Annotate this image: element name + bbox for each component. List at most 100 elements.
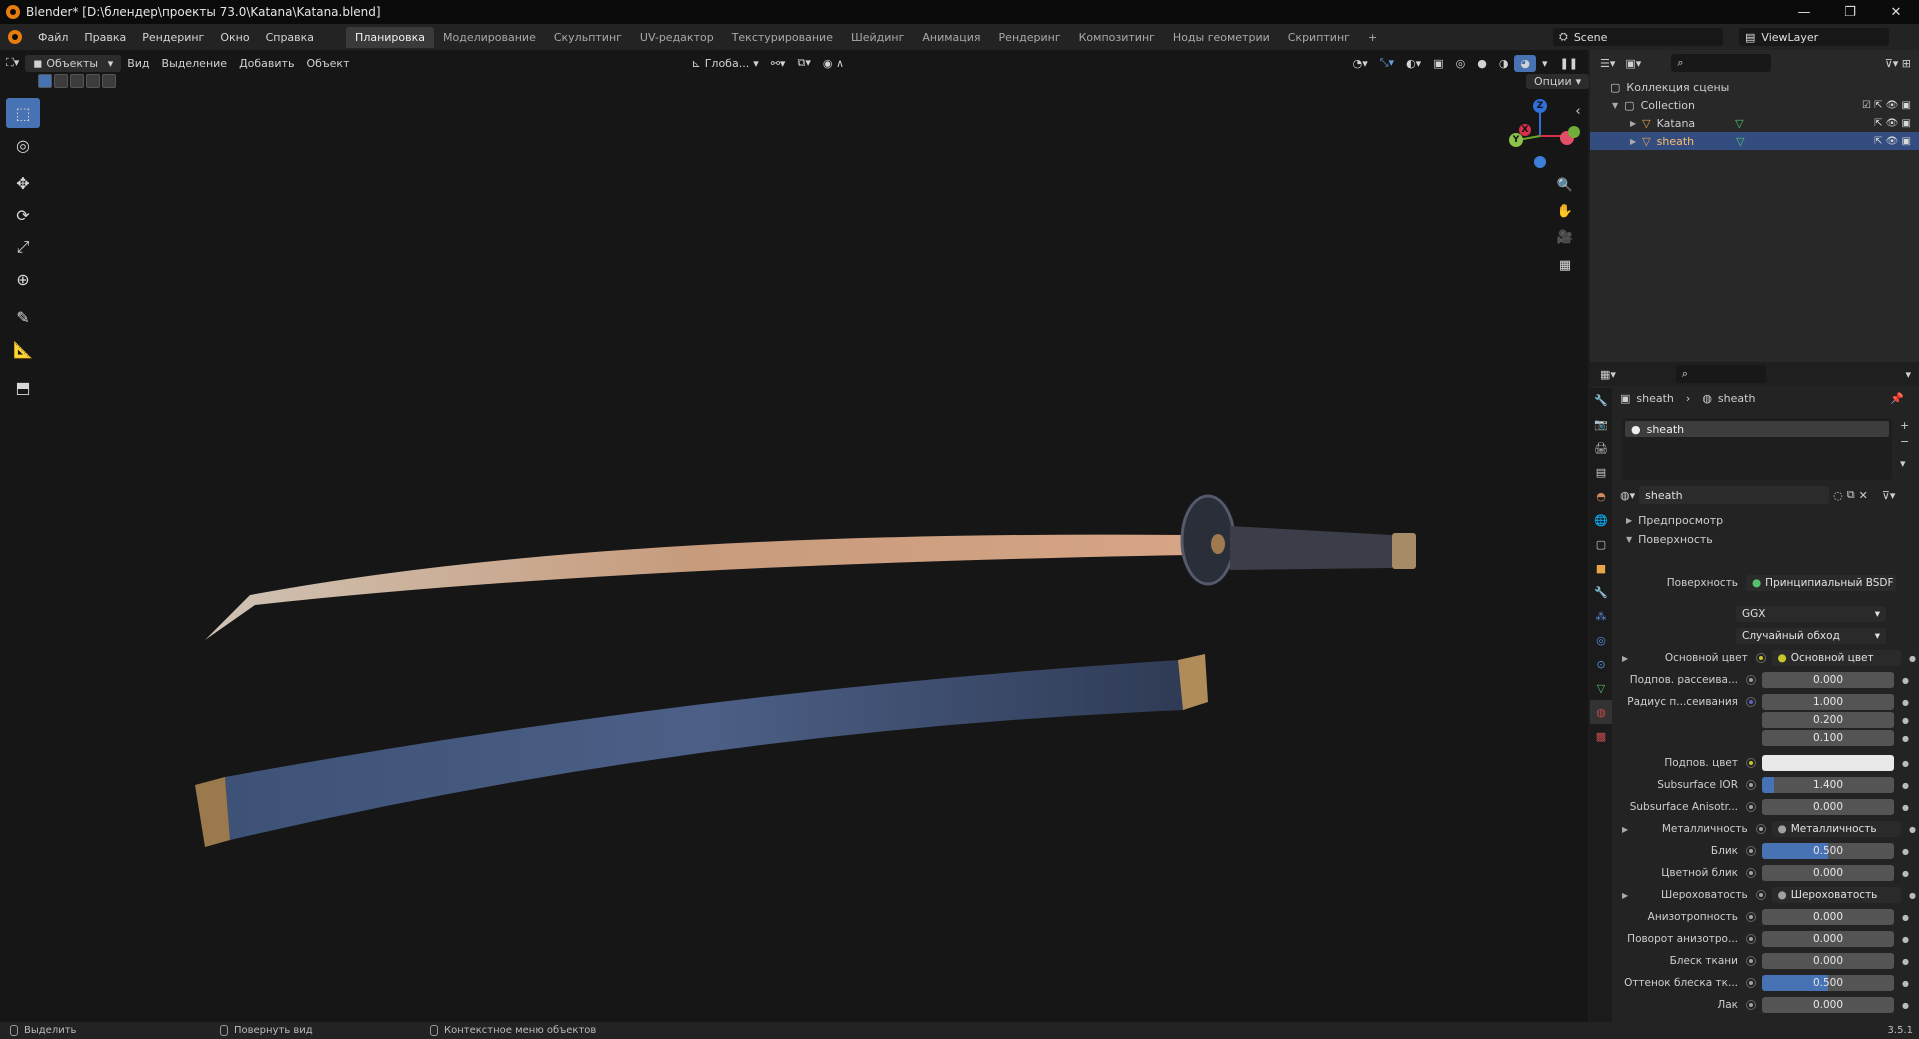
socket-dot-icon[interactable] xyxy=(1746,758,1756,768)
socket-dot-icon[interactable] xyxy=(1746,780,1756,790)
tab-shading[interactable]: Шейдинг xyxy=(842,27,913,48)
keyframe-dot-icon[interactable]: ● xyxy=(1909,825,1916,834)
tab-modeling[interactable]: Моделирование xyxy=(434,27,545,48)
add-workspace-button[interactable]: + xyxy=(1359,27,1386,48)
object-tab-icon[interactable]: ■ xyxy=(1590,556,1612,580)
visibility-dropdown[interactable]: ◔▾ xyxy=(1347,55,1374,72)
socket-dot-icon[interactable] xyxy=(1746,697,1756,707)
shading-material-button[interactable]: ◑ xyxy=(1493,55,1515,72)
proportional-edit-toggle[interactable]: ◉ ∧ xyxy=(817,55,850,72)
tool-tab-icon[interactable]: 🔧 xyxy=(1590,388,1612,412)
keyframe-dot-icon[interactable]: ● xyxy=(1902,803,1909,812)
menu-help[interactable]: Справка xyxy=(258,31,322,44)
perspective-grid-icon[interactable]: ▦ xyxy=(1554,254,1576,276)
numeric-input-field[interactable]: 0.000 xyxy=(1762,931,1894,947)
linked-input-field[interactable]: ● Металличность xyxy=(1771,821,1902,837)
tab-geometry-nodes[interactable]: Ноды геометрии xyxy=(1164,27,1279,48)
material-slot-row[interactable]: ● sheath xyxy=(1625,421,1889,437)
numeric-input-field[interactable]: 0.000 xyxy=(1762,997,1894,1013)
outliner-object-sheath[interactable]: ▶ ▽ sheath ▽ ⇱ 👁 ▣ xyxy=(1590,132,1919,150)
scale-tool-icon[interactable]: ⤢ xyxy=(6,232,40,262)
socket-dot-icon[interactable] xyxy=(1746,675,1756,685)
keyframe-dot-icon[interactable]: ● xyxy=(1902,698,1909,707)
pan-hand-icon[interactable]: ✋ xyxy=(1554,200,1576,222)
keyframe-dot-icon[interactable]: ● xyxy=(1902,869,1909,878)
tab-animation[interactable]: Анимация xyxy=(913,27,989,48)
cursor-tool-icon[interactable]: ◎ xyxy=(6,130,40,160)
editor-type-button[interactable]: ⛶▾ xyxy=(0,54,25,72)
distribution-dropdown[interactable]: GGX ▾ xyxy=(1736,605,1919,623)
socket-dot-icon[interactable] xyxy=(1746,912,1756,922)
keyframe-dot-icon[interactable]: ● xyxy=(1909,654,1916,663)
expand-arrow-icon[interactable]: ▼ xyxy=(1612,101,1618,110)
keyframe-dot-icon[interactable]: ● xyxy=(1902,1001,1909,1010)
linked-input-field[interactable]: ● Шероховатость xyxy=(1771,887,1902,903)
row-visibility-toggles[interactable]: ⇱ 👁 ▣ xyxy=(1874,136,1911,147)
fake-user-icon[interactable]: ◌ xyxy=(1833,489,1843,502)
numeric-input-field[interactable]: 0.100 xyxy=(1762,730,1894,746)
numeric-input-field[interactable]: 0.200 xyxy=(1762,712,1894,728)
xray-toggle[interactable]: ▣ xyxy=(1427,55,1449,72)
select-new-button[interactable] xyxy=(38,74,52,88)
shading-wireframe-button[interactable]: ◎ xyxy=(1450,55,1472,72)
transform-orientation-dropdown[interactable]: ⊾ Глоба... ▾ xyxy=(685,55,764,72)
socket-dot-icon[interactable] xyxy=(1755,824,1766,834)
unlink-material-icon[interactable]: ✕ xyxy=(1859,489,1868,502)
material-filter-icon[interactable]: ⊽▾ xyxy=(1882,489,1896,502)
menu-file[interactable]: Файл xyxy=(30,31,76,44)
add-cube-tool-icon[interactable]: ⬒ xyxy=(6,372,40,402)
gizmo-toggle[interactable]: ⤡▾ xyxy=(1374,54,1400,72)
material-browse-icon[interactable]: ◍▾ xyxy=(1620,489,1635,502)
zoom-icon[interactable]: 🔍 xyxy=(1554,174,1576,196)
select-extend-button[interactable] xyxy=(54,74,68,88)
keyframe-dot-icon[interactable]: ● xyxy=(1902,935,1909,944)
gizmo-neg-z-axis[interactable] xyxy=(1534,156,1546,168)
socket-dot-icon[interactable] xyxy=(1746,868,1756,878)
scene-selector[interactable]: ⛭ Scene xyxy=(1553,28,1723,46)
select-subtract-button[interactable] xyxy=(70,74,84,88)
output-tab-icon[interactable]: 🖨 xyxy=(1590,436,1612,460)
keyframe-dot-icon[interactable]: ● xyxy=(1902,676,1909,685)
numeric-input-field[interactable]: 1.400 xyxy=(1762,777,1894,793)
subsurface-method-dropdown[interactable]: Случайный обход ▾ xyxy=(1736,627,1919,645)
scene-tab-icon[interactable]: ◓ xyxy=(1590,484,1612,508)
section-preview[interactable]: ▶ Предпросмотр xyxy=(1626,514,1723,527)
gizmo-z-axis[interactable]: Z xyxy=(1533,99,1547,113)
outliner-search-input[interactable]: ⌕ xyxy=(1671,54,1772,72)
tab-scripting[interactable]: Скриптинг xyxy=(1279,27,1359,48)
texture-tab-icon[interactable]: ▩ xyxy=(1590,724,1612,748)
keyframe-dot-icon[interactable]: ● xyxy=(1902,734,1909,743)
numeric-input-field[interactable]: 0.000 xyxy=(1762,909,1894,925)
expand-arrow-icon[interactable]: ▶ xyxy=(1630,137,1636,146)
pin-icon[interactable]: 📌 xyxy=(1890,392,1904,405)
annotate-tool-icon[interactable]: ✎ xyxy=(6,302,40,332)
outliner-collection-row[interactable]: ▼ ▢ Collection ☑ ⇱ 👁 ▣ xyxy=(1590,96,1919,114)
blender-menu-icon[interactable] xyxy=(8,30,22,44)
keyframe-dot-icon[interactable]: ● xyxy=(1902,716,1909,725)
menu-object[interactable]: Объект xyxy=(300,55,355,72)
world-tab-icon[interactable]: 🌐 xyxy=(1590,508,1612,532)
material-tab-icon[interactable]: ◍ xyxy=(1590,700,1612,724)
numeric-input-field[interactable]: 0.500 xyxy=(1762,843,1894,859)
data-tab-icon[interactable]: ▽ xyxy=(1590,676,1612,700)
socket-dot-icon[interactable] xyxy=(1746,1000,1756,1010)
outliner-display-mode-icon[interactable]: ▣▾ xyxy=(1625,57,1641,70)
socket-dot-icon[interactable] xyxy=(1746,802,1756,812)
measure-tool-icon[interactable]: 📐 xyxy=(6,334,40,364)
sidebar-toggle-icon[interactable]: ‹ xyxy=(1572,100,1584,122)
keyframe-dot-icon[interactable]: ● xyxy=(1902,847,1909,856)
keyframe-dot-icon[interactable]: ● xyxy=(1902,979,1909,988)
minimize-button[interactable]: — xyxy=(1781,0,1827,24)
mode-dropdown[interactable]: ◼ Объекты ▾ xyxy=(25,54,122,72)
shading-options-dropdown[interactable]: ▾ xyxy=(1536,55,1554,72)
shading-solid-button[interactable]: ● xyxy=(1471,55,1493,72)
navigation-gizmo[interactable]: Z X Y xyxy=(1500,96,1580,176)
tab-layout[interactable]: Планировка xyxy=(346,26,435,48)
tab-texture-paint[interactable]: Текстурирование xyxy=(723,27,842,48)
modifier-tab-icon[interactable]: 🔧 xyxy=(1590,580,1612,604)
transform-tool-icon[interactable]: ⊕ xyxy=(6,264,40,294)
tab-sculpting[interactable]: Скульптинг xyxy=(545,27,631,48)
numeric-input-field[interactable]: 0.000 xyxy=(1762,865,1894,881)
select-invert-button[interactable] xyxy=(86,74,100,88)
outliner-scene-collection[interactable]: ▢ Коллекция сцены xyxy=(1590,78,1919,96)
